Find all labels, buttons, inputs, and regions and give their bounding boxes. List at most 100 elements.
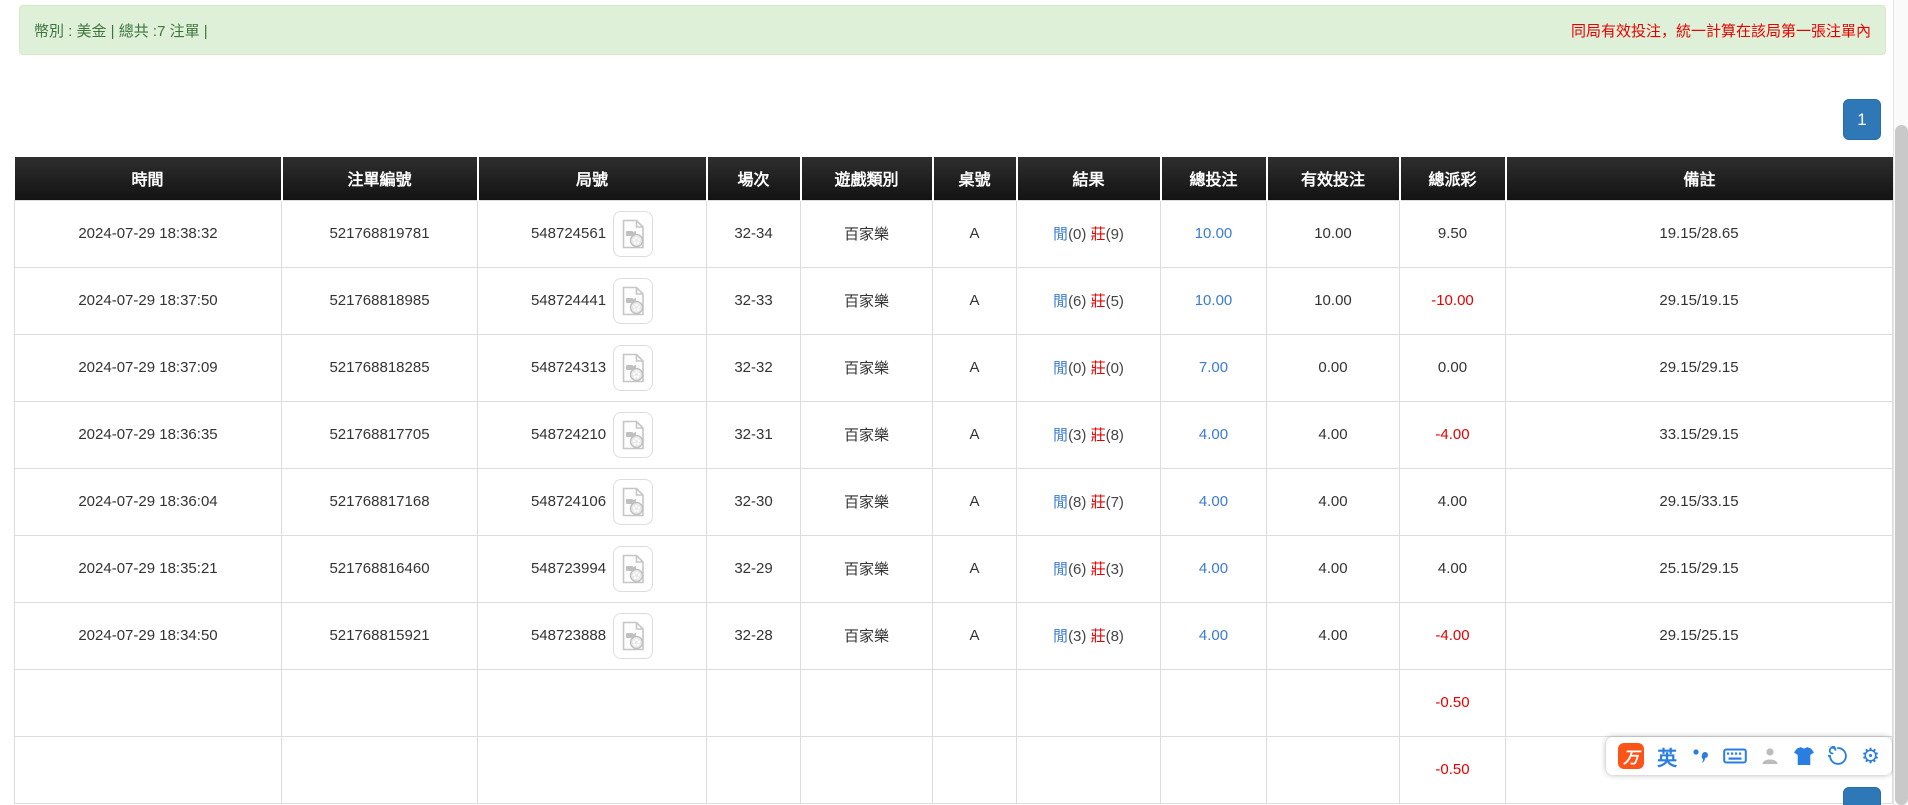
col-header-game-type: 遊戲類別 <box>801 157 933 200</box>
banker-result-label: 莊 <box>1091 360 1106 377</box>
bet-time: 2024-07-29 18:36:35 <box>15 401 282 468</box>
game-type: 百家樂 <box>801 200 933 267</box>
session-no: 32-31 <box>707 401 801 468</box>
video-replay-icon[interactable] <box>613 412 653 458</box>
round-id: 548724441 <box>531 292 606 309</box>
video-replay-icon[interactable] <box>613 546 653 592</box>
round-id: 548724561 <box>531 225 606 242</box>
payout: -4.00 <box>1400 401 1506 468</box>
banker-result-label: 莊 <box>1091 628 1106 645</box>
bet-id: 521768816460 <box>282 535 478 602</box>
valid-bet: 0.00 <box>1267 334 1400 401</box>
ime-punctuation-icon[interactable] <box>1690 746 1710 766</box>
table-row: 2024-07-29 18:34:50 521768815921 5487238… <box>15 602 1893 669</box>
player-result-value: (0) <box>1068 360 1086 377</box>
ime-english-mode-icon[interactable]: 英 <box>1657 742 1677 771</box>
bet-history-table: 時間 注單編號 局號 場次 遊戲類別 桌號 結果 總投注 有效投注 總派彩 備註… <box>14 157 1893 804</box>
ime-app-logo-icon[interactable]: 万 <box>1618 743 1644 769</box>
table-row: 2024-07-29 18:37:09 521768818285 5487243… <box>15 334 1893 401</box>
bet-time: 2024-07-29 18:37:50 <box>15 267 282 334</box>
note: 29.15/19.15 <box>1506 267 1893 334</box>
table-row: 2024-07-29 18:36:04 521768817168 5487241… <box>15 468 1893 535</box>
col-header-session: 場次 <box>707 157 801 200</box>
subtotal-total-bet: 43.00 <box>1161 669 1267 736</box>
table-no: A <box>933 602 1017 669</box>
notice-bar: 幣別 : 美金 | 總共 :7 注單 | 同局有效投注，統一計算在該局第一張注單… <box>19 5 1886 55</box>
player-result-value: (6) <box>1068 293 1086 310</box>
banker-result-value: (8) <box>1106 427 1124 444</box>
table-no: A <box>933 401 1017 468</box>
game-type: 百家樂 <box>801 602 933 669</box>
video-replay-icon[interactable] <box>613 345 653 391</box>
col-header-total-bet: 總投注 <box>1161 157 1267 200</box>
col-header-time: 時間 <box>15 157 282 200</box>
valid-bet: 10.00 <box>1267 200 1400 267</box>
game-result: 閒(6) 莊(3) <box>1017 535 1161 602</box>
ime-virtual-keyboard-icon[interactable] <box>1723 746 1747 766</box>
video-replay-icon[interactable] <box>613 278 653 324</box>
bet-time: 2024-07-29 18:37:09 <box>15 334 282 401</box>
total-bet-link[interactable]: 4.00 <box>1199 627 1228 644</box>
bet-time: 2024-07-29 18:38:32 <box>15 200 282 267</box>
player-result-label: 閒 <box>1053 494 1068 511</box>
bet-time: 2024-07-29 18:35:21 <box>15 535 282 602</box>
pagination-page-button-bottom[interactable] <box>1843 787 1881 805</box>
valid-bet-warning-text: 同局有效投注，統一計算在該局第一張注單內 <box>1571 20 1871 41</box>
game-result: 閒(0) 莊(9) <box>1017 200 1161 267</box>
payout: 0.00 <box>1400 334 1506 401</box>
video-replay-icon[interactable] <box>613 211 653 257</box>
ime-spiral-icon[interactable] <box>1828 746 1848 766</box>
ime-settings-icon[interactable]: ⚙ <box>1861 746 1880 767</box>
table-no: A <box>933 468 1017 535</box>
bet-id: 521768817168 <box>282 468 478 535</box>
total-bet-link[interactable]: 7.00 <box>1199 359 1228 376</box>
bet-history-page: 幣別 : 美金 | 總共 :7 注單 | 同局有效投注，統一計算在該局第一張注單… <box>0 0 1908 805</box>
round-id: 548724313 <box>531 359 606 376</box>
table-row: 2024-07-29 18:37:50 521768818985 5487244… <box>15 267 1893 334</box>
round-id: 548724106 <box>531 493 606 510</box>
payout: -4.00 <box>1400 602 1506 669</box>
subtotal-payout: -0.50 <box>1400 669 1506 736</box>
ime-skin-icon[interactable] <box>1793 746 1815 766</box>
col-header-round-id: 局號 <box>478 157 707 200</box>
bet-id: 521768819781 <box>282 200 478 267</box>
banker-result-value: (5) <box>1106 293 1124 310</box>
total-bet-link[interactable]: 10.00 <box>1195 225 1233 242</box>
total-total-bet: 43.00 <box>1161 736 1267 803</box>
note: 25.15/29.15 <box>1506 535 1893 602</box>
col-header-valid-bet: 有效投注 <box>1267 157 1400 200</box>
bet-id: 521768817705 <box>282 401 478 468</box>
game-result: 閒(0) 莊(0) <box>1017 334 1161 401</box>
game-result: 閒(6) 莊(5) <box>1017 267 1161 334</box>
banker-result-value: (0) <box>1106 360 1124 377</box>
vertical-scrollbar[interactable] <box>1893 0 1908 805</box>
banker-result-label: 莊 <box>1091 494 1106 511</box>
col-header-bet-id: 注單編號 <box>282 157 478 200</box>
video-replay-icon[interactable] <box>613 479 653 525</box>
total-bet-link[interactable]: 10.00 <box>1195 292 1233 309</box>
table-row: 2024-07-29 18:38:32 521768819781 5487245… <box>15 200 1893 267</box>
total-bet-link[interactable]: 4.00 <box>1199 426 1228 443</box>
round-id: 548723994 <box>531 560 606 577</box>
video-replay-icon[interactable] <box>613 613 653 659</box>
col-header-table-no: 桌號 <box>933 157 1017 200</box>
ime-toolbar: 万 英 ⚙ <box>1606 737 1892 775</box>
table-no: A <box>933 200 1017 267</box>
pagination-page-button[interactable]: 1 <box>1843 99 1881 140</box>
ime-account-icon[interactable] <box>1760 746 1780 766</box>
payout: 4.00 <box>1400 468 1506 535</box>
player-result-label: 閒 <box>1053 561 1068 578</box>
table-no: A <box>933 267 1017 334</box>
game-result: 閒(8) 莊(7) <box>1017 468 1161 535</box>
player-result-value: (3) <box>1068 427 1086 444</box>
banker-result-value: (7) <box>1106 494 1124 511</box>
banker-result-label: 莊 <box>1091 427 1106 444</box>
player-result-value: (0) <box>1068 226 1086 243</box>
total-bet-link[interactable]: 4.00 <box>1199 560 1228 577</box>
round-id: 548724210 <box>531 426 606 443</box>
scrollbar-thumb[interactable] <box>1895 125 1908 805</box>
subtotal-count: 7 <box>282 669 478 736</box>
banker-result-value: (3) <box>1106 561 1124 578</box>
game-type: 百家樂 <box>801 401 933 468</box>
total-bet-link[interactable]: 4.00 <box>1199 493 1228 510</box>
